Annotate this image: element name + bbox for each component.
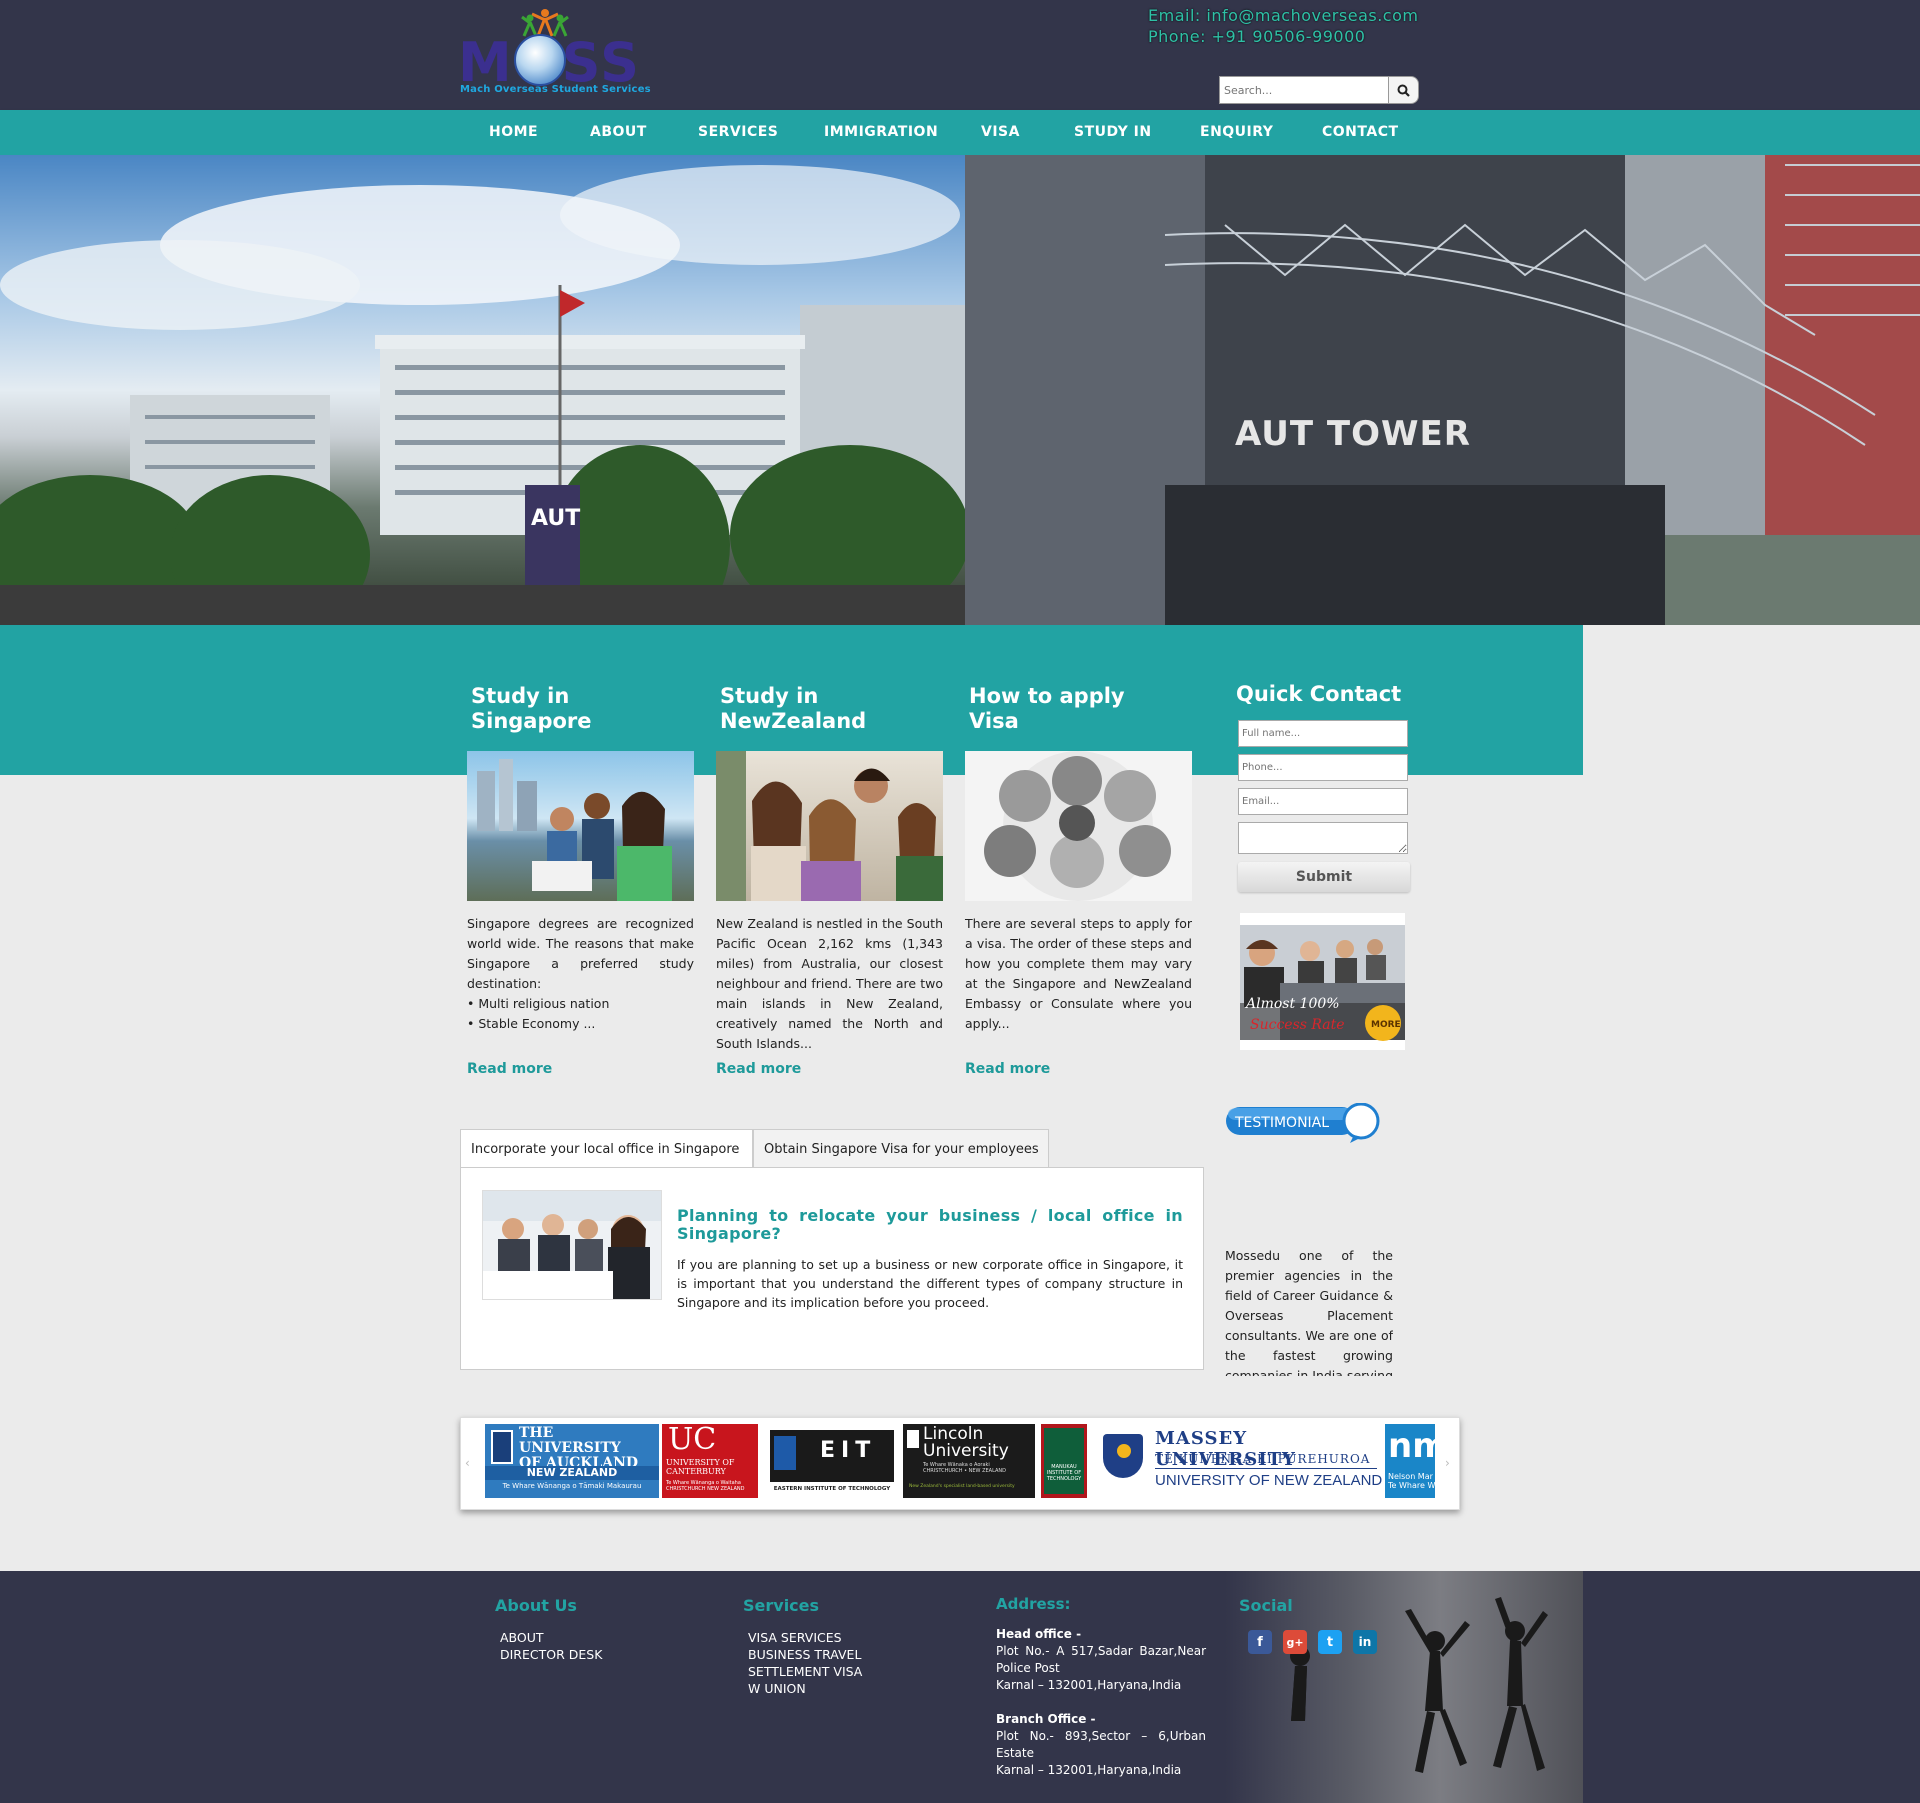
top-header — [0, 0, 1920, 110]
newzealand-students-photo — [716, 751, 943, 901]
testimonial-text: Mossedu one of the premier agencies in t… — [1225, 1248, 1393, 1376]
tab-incorporate-office[interactable]: Incorporate your local office in Singapo… — [460, 1129, 753, 1168]
footer-link-visa-services[interactable]: VISA SERVICES — [748, 1629, 862, 1646]
visa-description: There are several steps to apply for a v… — [965, 916, 1192, 1031]
logo-manukau-institute[interactable]: MANUKAU INSTITUTE OF TECHNOLOGY — [1041, 1424, 1087, 1498]
main-nav: HOME ABOUT SERVICES IMMIGRATION VISA STU… — [0, 110, 1920, 155]
full-name-field[interactable] — [1238, 720, 1408, 747]
footer-link-director-desk[interactable]: DIRECTOR DESK — [500, 1646, 602, 1663]
col-title-singapore: Study in Singapore — [471, 684, 592, 733]
footer-social-heading: Social — [1239, 1596, 1293, 1615]
search-input[interactable] — [1219, 76, 1389, 104]
panel-body: If you are planning to set up a business… — [677, 1257, 1183, 1310]
newzealand-description: New Zealand is nestled in the South Paci… — [716, 916, 943, 1051]
read-more-singapore[interactable]: Read more — [467, 1061, 552, 1077]
footer-about-links: ABOUT DIRECTOR DESK — [500, 1629, 602, 1663]
logo-lincoln-university[interactable]: Lincoln University Te Whare Wānaka o Aora… — [903, 1424, 1035, 1498]
testimonial-badge: TESTIMONIAL — [1226, 1102, 1384, 1143]
logo-university-of-auckland[interactable]: THE UNIVERSITY OF AUCKLAND NEW ZEALAND Te… — [485, 1424, 659, 1498]
col-title-newzealand: Study in NewZealand — [720, 684, 867, 733]
tower-illustration: AUT TOWER — [965, 155, 1920, 625]
phone-field[interactable] — [1238, 754, 1408, 781]
nav-immigration[interactable]: IMMIGRATION — [824, 110, 938, 155]
footer-link-about[interactable]: ABOUT — [500, 1629, 602, 1646]
footer-services-links: VISA SERVICES BUSINESS TRAVEL SETTLEMENT… — [748, 1629, 862, 1697]
search-box — [1219, 76, 1419, 104]
singapore-description: Singapore degrees are recognized world w… — [467, 916, 694, 1031]
promo-line-1: Almost 100% — [1244, 996, 1340, 1012]
nav-study-in[interactable]: STUDY IN — [1074, 110, 1152, 155]
footer-about-heading: About Us — [495, 1596, 577, 1615]
read-more-visa[interactable]: Read more — [965, 1061, 1050, 1077]
nav-about[interactable]: ABOUT — [590, 110, 647, 155]
campus-illustration: AUT — [0, 165, 965, 625]
logo-university-of-canterbury[interactable]: UC UNIVERSITY OF CANTERBURY Te Whare Wāna… — [662, 1424, 758, 1498]
logo-tagline: Mach Overseas Student Services — [460, 84, 651, 95]
hero-sign-aut: AUT — [531, 506, 580, 531]
hero-image-campus: AUT — [0, 155, 965, 625]
visa-group-photo — [965, 751, 1192, 901]
nav-visa[interactable]: VISA — [981, 110, 1020, 155]
quick-contact-title: Quick Contact — [1236, 682, 1402, 706]
col-title-visa: How to apply Visa — [969, 684, 1125, 733]
footer-link-business-travel[interactable]: BUSINESS TRAVEL — [748, 1646, 862, 1663]
university-logos-carousel: ‹ › THE UNIVERSITY OF AUCKLAND NEW ZEALAN… — [460, 1417, 1460, 1510]
search-button[interactable] — [1389, 76, 1419, 104]
header-contact: Email: info@machoverseas.com Phone: +91 … — [1148, 5, 1418, 47]
footer-services-heading: Services — [743, 1596, 820, 1615]
tab-panel: Planning to relocate your business / loc… — [460, 1167, 1204, 1370]
site-footer — [0, 1571, 1920, 1803]
carousel-next-icon[interactable]: › — [1445, 1456, 1455, 1470]
site-logo[interactable]: MOSS Mach Overseas Student Services — [458, 8, 668, 100]
footer-address-heading: Address: — [996, 1595, 1071, 1613]
submit-button[interactable]: Submit — [1238, 862, 1410, 892]
header-phone: Phone: +91 90506-99000 — [1148, 27, 1366, 46]
logo-eit[interactable]: EIT EASTERN INSTITUTE OF TECHNOLOGY — [768, 1424, 896, 1498]
singapore-students-photo — [467, 751, 694, 901]
business-meeting-photo — [482, 1190, 662, 1300]
linkedin-icon[interactable]: in — [1353, 1630, 1377, 1654]
footer-link-settlement-visa[interactable]: SETTLEMENT VISA — [748, 1663, 862, 1680]
hero-sign-aut-tower: AUT TOWER — [1235, 414, 1471, 454]
hero-banner: AUT AUT TOWER — [0, 155, 1920, 625]
nav-services[interactable]: SERVICES — [698, 110, 778, 155]
globe-icon — [514, 34, 566, 86]
promo-more-badge: MORE — [1371, 1020, 1401, 1030]
nav-home[interactable]: HOME — [489, 110, 538, 155]
carousel-prev-icon[interactable]: ‹ — [465, 1456, 475, 1470]
nav-contact[interactable]: CONTACT — [1322, 110, 1399, 155]
footer-link-w-union[interactable]: W UNION — [748, 1680, 862, 1697]
panel-heading: Planning to relocate your business / loc… — [677, 1206, 1183, 1243]
google-plus-icon[interactable]: g+ — [1283, 1630, 1307, 1654]
twitter-icon[interactable]: t — [1318, 1630, 1342, 1654]
testimonial-label: TESTIMONIAL — [1234, 1115, 1329, 1131]
facebook-icon[interactable]: f — [1248, 1630, 1272, 1654]
footer-address: Head office - Plot No.- A 517,Sadar Baza… — [996, 1627, 1206, 1777]
promo-line-2: Success Rate — [1250, 1017, 1345, 1033]
search-icon — [1397, 84, 1410, 97]
header-email[interactable]: Email: info@machoverseas.com — [1148, 5, 1418, 26]
read-more-newzealand[interactable]: Read more — [716, 1061, 801, 1077]
nav-enquiry[interactable]: ENQUIRY — [1200, 110, 1273, 155]
logo-massey-university[interactable]: MASSEY UNIVERSITY TE KUNENGA KI PUREHURO… — [1095, 1424, 1385, 1498]
tab-singapore-visa[interactable]: Obtain Singapore Visa for your employees — [753, 1129, 1049, 1168]
hero-image-aut-tower: AUT TOWER — [965, 155, 1920, 625]
message-field[interactable] — [1238, 822, 1408, 854]
logo-nelson-marlborough[interactable]: nm Nelson MarTe Whare W — [1385, 1424, 1435, 1498]
success-rate-banner[interactable]: Almost 100% Success Rate MORE — [1240, 913, 1405, 1050]
email-field[interactable] — [1238, 788, 1408, 815]
